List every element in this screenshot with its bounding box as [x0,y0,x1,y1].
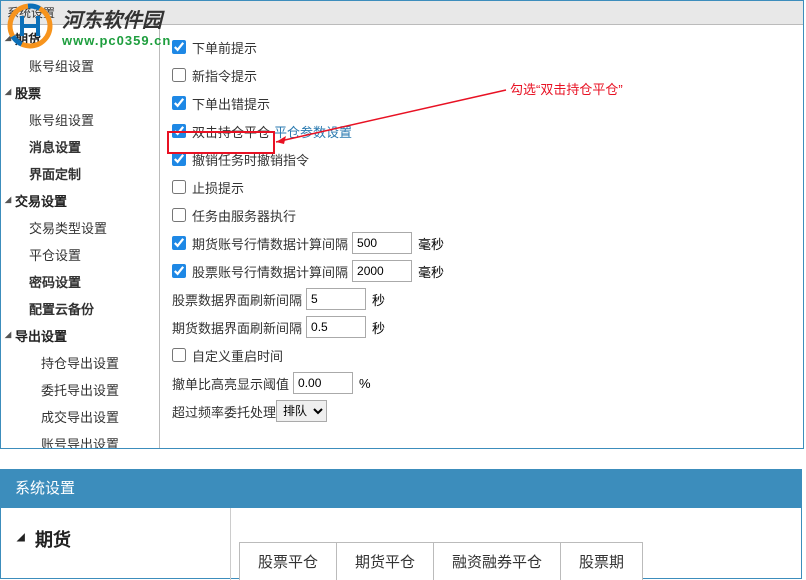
sidebar-item-7[interactable]: 交易类型设置 [1,214,159,241]
stock-interval-unit: 毫秒 [418,262,444,281]
sidebar-item-1[interactable]: 账号组设置 [1,52,159,79]
sidebar-item-4[interactable]: 消息设置 [1,133,159,160]
sidebar-item-2[interactable]: 股票 [1,79,159,106]
close-params-link[interactable]: 平仓参数设置 [274,122,352,141]
stop-loss-prompt-label[interactable]: 止损提示 [192,178,244,197]
stock-refresh-input[interactable] [306,288,366,310]
double-click-close-label[interactable]: 双击持仓平仓 [192,122,270,141]
settings-dialog: 系统设置 期货账号组设置股票账号组设置消息设置界面定制交易设置交易类型设置平仓设… [0,0,804,449]
futures-interval-unit: 毫秒 [418,234,444,253]
cancel-task-checkbox[interactable] [172,152,186,166]
bottom-sidebar[interactable]: 期货 [1,508,231,580]
pre-order-prompt-label[interactable]: 下单前提示 [192,38,257,57]
futures-refresh-unit: 秒 [372,318,385,337]
stock-interval-input[interactable] [352,260,412,282]
settings-main: 下单前提示 新指令提示 下单出错提示 双击持仓平仓平仓参数设置 撤销任务时撤销指… [160,25,803,448]
sidebar-item-9[interactable]: 密码设置 [1,268,159,295]
futures-interval-input[interactable] [352,232,412,254]
futures-interval-label[interactable]: 期货账号行情数据计算间隔 [192,234,348,253]
new-instruction-prompt-label[interactable]: 新指令提示 [192,66,257,85]
sidebar-item-8[interactable]: 平仓设置 [1,241,159,268]
stock-refresh-label: 股票数据界面刷新间隔 [172,290,302,309]
tab-futures-close[interactable]: 期货平仓 [336,542,434,580]
futures-refresh-label: 期货数据界面刷新间隔 [172,318,302,337]
dialog-title: 系统设置 [1,1,803,25]
order-error-prompt-checkbox[interactable] [172,96,186,110]
double-click-close-checkbox[interactable] [172,124,186,138]
cancel-ratio-label: 撤单比高亮显示阈值 [172,374,289,393]
sidebar-item-3[interactable]: 账号组设置 [1,106,159,133]
server-execute-checkbox[interactable] [172,208,186,222]
sidebar-item-15[interactable]: 账号导出设置 [1,430,159,448]
bottom-dialog: 系统设置 期货 股票平仓 期货平仓 融资融券平仓 股票期 [0,469,802,579]
tab-stock-close[interactable]: 股票平仓 [239,542,337,580]
freq-handle-select[interactable]: 排队 [276,400,327,422]
settings-sidebar[interactable]: 期货账号组设置股票账号组设置消息设置界面定制交易设置交易类型设置平仓设置密码设置… [1,25,160,448]
sidebar-item-0[interactable]: 期货 [1,25,159,52]
sidebar-item-12[interactable]: 持仓导出设置 [1,349,159,376]
stock-interval-checkbox[interactable] [172,264,186,278]
stock-refresh-unit: 秒 [372,290,385,309]
futures-refresh-input[interactable] [306,316,366,338]
sidebar-item-13[interactable]: 委托导出设置 [1,376,159,403]
bottom-tabs: 股票平仓 期货平仓 融资融券平仓 股票期 [231,508,801,580]
custom-restart-checkbox[interactable] [172,348,186,362]
bottom-title: 系统设置 [1,470,801,508]
stock-interval-label[interactable]: 股票账号行情数据计算间隔 [192,262,348,281]
pre-order-prompt-checkbox[interactable] [172,40,186,54]
bottom-category[interactable]: 期货 [15,526,230,552]
stop-loss-prompt-checkbox[interactable] [172,180,186,194]
futures-interval-checkbox[interactable] [172,236,186,250]
cancel-task-label[interactable]: 撤销任务时撤销指令 [192,150,309,169]
custom-restart-label[interactable]: 自定义重启时间 [192,346,283,365]
annotation-text: 勾选“双击持仓平仓” [510,79,623,98]
sidebar-item-14[interactable]: 成交导出设置 [1,403,159,430]
server-execute-label[interactable]: 任务由服务器执行 [192,206,296,225]
sidebar-item-5[interactable]: 界面定制 [1,160,159,187]
cancel-ratio-unit: % [359,376,371,391]
new-instruction-prompt-checkbox[interactable] [172,68,186,82]
freq-handle-label: 超过频率委托处理 [172,402,276,421]
sidebar-item-6[interactable]: 交易设置 [1,187,159,214]
tab-stock-option[interactable]: 股票期 [560,542,643,580]
order-error-prompt-label[interactable]: 下单出错提示 [192,94,270,113]
tab-margin-close[interactable]: 融资融券平仓 [433,542,561,580]
sidebar-item-10[interactable]: 配置云备份 [1,295,159,322]
sidebar-item-11[interactable]: 导出设置 [1,322,159,349]
cancel-ratio-input[interactable] [293,372,353,394]
